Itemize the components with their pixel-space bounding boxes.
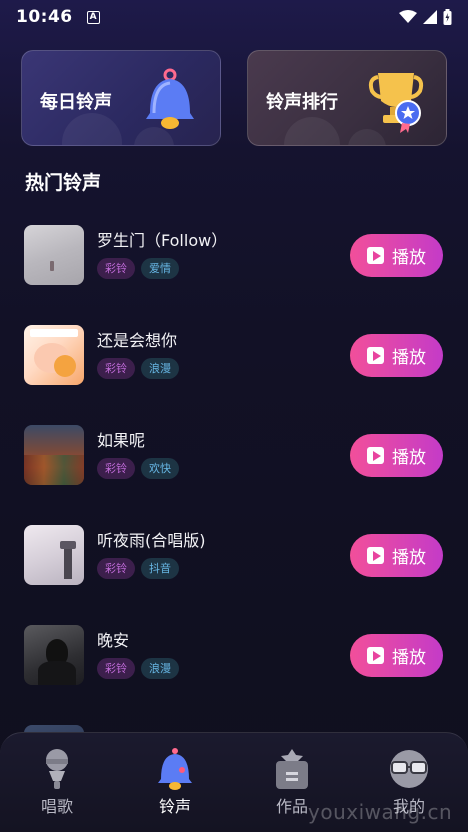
song-title: 如果呢 <box>97 431 146 450</box>
cover-image <box>24 425 84 485</box>
list-item[interactable]: 如果呢 彩铃 欢快 播放 <box>0 410 468 510</box>
cover-image <box>24 525 84 585</box>
avatar-glasses-icon <box>390 750 428 788</box>
play-button[interactable]: 播放 <box>350 434 443 477</box>
folder-icon <box>276 749 308 789</box>
play-button-label: 播放 <box>392 348 426 368</box>
tag-group: 彩铃 爱情 <box>97 258 179 279</box>
song-title: 听夜雨(合唱版) <box>97 531 206 550</box>
trophy-icon <box>368 73 424 133</box>
list-item[interactable]: 还是会想你 彩铃 浪漫 播放 <box>0 310 468 410</box>
wifi-icon <box>399 10 417 23</box>
tag-genre: 爱情 <box>141 258 179 279</box>
list-item[interactable]: 晚安 彩铃 浪漫 播放 <box>0 610 468 710</box>
play-icon <box>367 547 384 564</box>
song-title: 罗生门（Follow） <box>97 231 228 250</box>
tag-caiing: 彩铃 <box>97 458 135 479</box>
cover-image <box>24 225 84 285</box>
tag-group: 彩铃 浪漫 <box>97 358 179 379</box>
bell-icon <box>158 748 192 790</box>
tag-caiing: 彩铃 <box>97 558 135 579</box>
battery-icon <box>443 9 452 25</box>
signal-icon <box>423 10 437 24</box>
play-button[interactable]: 播放 <box>350 634 443 677</box>
play-button-label: 播放 <box>392 648 426 668</box>
list-item[interactable]: 罗生门（Follow） 彩铃 爱情 播放 <box>0 210 468 310</box>
play-button-label: 播放 <box>392 248 426 268</box>
song-title: 晚安 <box>97 631 130 650</box>
play-icon <box>367 647 384 664</box>
notification-a-icon: A <box>86 10 100 24</box>
card-decoration <box>62 113 122 145</box>
tag-caiing: 彩铃 <box>97 658 135 679</box>
daily-ringtone-card[interactable]: 每日铃声 <box>21 50 221 146</box>
tag-genre: 浪漫 <box>141 658 179 679</box>
tab-ringtone[interactable]: 铃声 <box>135 747 215 817</box>
status-icons <box>399 9 452 25</box>
bell-icon <box>146 68 194 129</box>
status-bar: 10:46 A <box>0 0 468 34</box>
tab-label: 铃声 <box>158 797 191 816</box>
play-icon <box>367 447 384 464</box>
play-button[interactable]: 播放 <box>350 234 443 277</box>
song-title: 还是会想你 <box>97 331 178 350</box>
play-button-label: 播放 <box>392 548 426 568</box>
list-item-partial[interactable] <box>0 710 468 734</box>
tag-genre: 浪漫 <box>141 358 179 379</box>
tag-genre: 欢快 <box>141 458 179 479</box>
card-decoration <box>284 117 340 145</box>
hot-ringtones-title: 热门铃声 <box>25 172 102 194</box>
play-button-label: 播放 <box>392 448 426 468</box>
play-button[interactable]: 播放 <box>350 534 443 577</box>
status-time: 10:46 <box>16 7 73 27</box>
ringtone-ranking-card[interactable]: 铃声排行 <box>247 50 447 146</box>
feature-cards: 每日铃声 铃声排行 <box>21 50 447 146</box>
tag-group: 彩铃 浪漫 <box>97 658 179 679</box>
play-icon <box>367 347 384 364</box>
cover-image <box>24 625 84 685</box>
cover-image <box>24 325 84 385</box>
tag-group: 彩铃 欢快 <box>97 458 179 479</box>
tag-caiing: 彩铃 <box>97 258 135 279</box>
watermark-text: youxiwang.cn <box>308 800 453 824</box>
tab-label: 唱歌 <box>40 797 73 816</box>
tag-group: 彩铃 抖音 <box>97 558 179 579</box>
play-icon <box>367 247 384 264</box>
list-item[interactable]: 听夜雨(合唱版) 彩铃 抖音 播放 <box>0 510 468 610</box>
tag-caiing: 彩铃 <box>97 358 135 379</box>
ringtone-ranking-label: 铃声排行 <box>266 92 338 113</box>
microphone-icon <box>46 749 68 789</box>
tag-genre: 抖音 <box>141 558 179 579</box>
tab-sing[interactable]: 唱歌 <box>17 747 97 817</box>
daily-ringtone-label: 每日铃声 <box>40 92 112 113</box>
play-button[interactable]: 播放 <box>350 334 443 377</box>
